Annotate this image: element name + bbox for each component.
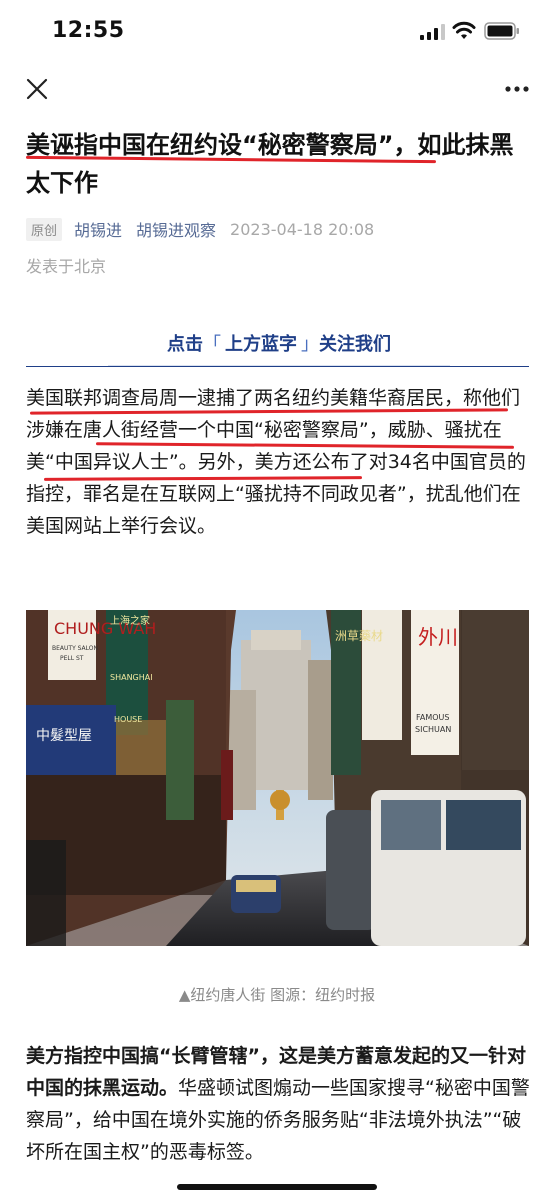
publish-datetime: 2023-04-18 20:08	[230, 219, 375, 239]
close-icon[interactable]	[24, 76, 50, 102]
publish-location: 发表于北京	[26, 257, 107, 276]
nav-bar	[0, 62, 554, 118]
photo-sign-wai-chuan: 外川	[418, 625, 458, 649]
photo-sign-shanghai-zh: 上海之家	[110, 614, 150, 627]
home-indicator[interactable]	[177, 1184, 377, 1190]
chinatown-street-illustration: CHUNG WAH BEAUTY SALON PELL ST 上海之家 SHAN…	[26, 610, 529, 946]
more-dots-icon[interactable]	[504, 78, 530, 100]
cellular-signal-icon	[420, 24, 445, 40]
photo-sign-herbs: 洲草藥材	[335, 629, 383, 643]
battery-icon	[484, 22, 519, 40]
photo-sign-pell-st: PELL ST	[60, 655, 84, 662]
status-bar: 12:55	[0, 0, 554, 62]
photo-sign-famous: FAMOUS	[416, 713, 449, 722]
image-caption: ▲纽约唐人街 图源：纽约时报	[178, 986, 376, 1004]
account-link[interactable]: 胡锡进观察	[136, 217, 216, 241]
original-badge: 原创	[26, 217, 63, 241]
banner-divider	[26, 366, 529, 367]
bracket-open-glyph: 「	[203, 334, 221, 355]
follow-suffix: 关注我们	[319, 334, 391, 355]
author-link[interactable]: 胡锡进	[74, 217, 122, 241]
follow-banner[interactable]: 点击 「 上方蓝字 」 关注我们	[108, 321, 450, 367]
wifi-icon	[452, 21, 476, 39]
chinatown-photo[interactable]: CHUNG WAH BEAUTY SALON PELL ST 上海之家 SHAN…	[26, 610, 529, 946]
photo-sign-sichuan: SICHUAN	[415, 725, 451, 734]
photo-sign-beauty-salon: BEAUTY SALON	[52, 645, 98, 652]
article-title: 美诬指中国在纽约设“秘密警察局”，如此抹黑太下作	[26, 131, 514, 197]
status-time: 12:55	[52, 18, 125, 43]
follow-highlight: 上方蓝字	[225, 334, 297, 355]
photo-sign-hair-salon: 中髮型屋	[36, 728, 92, 744]
photo-sign-house: HOUSE	[114, 715, 142, 724]
article-meta: 原创 胡锡进 胡锡进观察 2023-04-18 20:08	[26, 216, 536, 242]
photo-sign-shanghai: SHANGHAI	[110, 673, 153, 682]
article-paragraph-2: 美方指控中国搞“长臂管辖”，这是美方蓄意发起的又一针对中国的抹黑运动。华盛顿试图…	[26, 1040, 531, 1168]
follow-prefix: 点击	[167, 334, 203, 355]
bracket-close-glyph: 」	[301, 334, 319, 355]
article-paragraph-1: 美国联邦调查局周一逮捕了两名纽约美籍华裔居民，称他们涉嫌在唐人街经营一个中国“秘…	[26, 387, 526, 537]
